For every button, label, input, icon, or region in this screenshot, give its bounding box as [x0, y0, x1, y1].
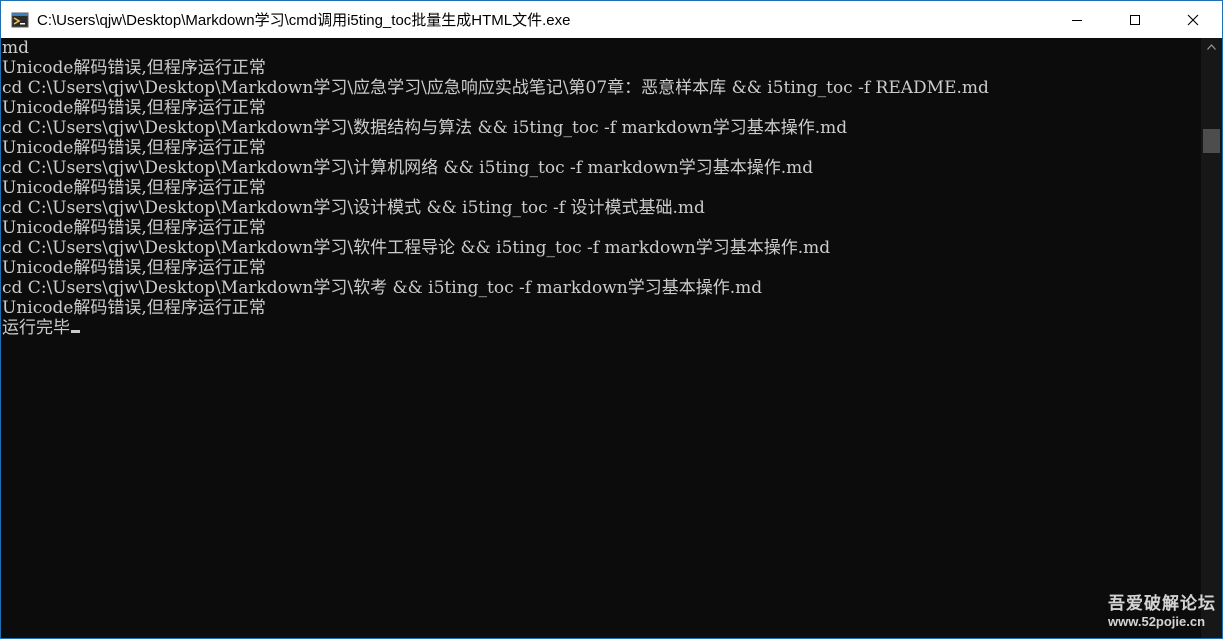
console-output[interactable]: md Unicode解码错误,但程序运行正常 cd C:\Users\qjw\D… — [1, 38, 1201, 638]
watermark-url: www.52pojie.cn — [1108, 614, 1206, 629]
console-line: cd C:\Users\qjw\Desktop\Markdown学习\计算机网络… — [2, 158, 814, 178]
console-line: Unicode解码错误,但程序运行正常 — [2, 298, 266, 318]
console-line: Unicode解码错误,但程序运行正常 — [2, 258, 266, 278]
console-line: Unicode解码错误,但程序运行正常 — [2, 178, 266, 198]
vertical-scrollbar[interactable] — [1201, 38, 1222, 638]
minimize-icon — [1071, 14, 1083, 26]
scroll-thumb[interactable] — [1203, 129, 1220, 153]
console-app-icon[interactable] — [11, 11, 29, 29]
console-last-line: 运行完毕 — [1, 318, 1201, 338]
console-line: md — [2, 38, 30, 58]
console-line: cd C:\Users\qjw\Desktop\Markdown学习\应急学习\… — [2, 78, 989, 98]
close-button[interactable] — [1164, 1, 1222, 38]
console-line-text: 运行完毕 — [2, 318, 70, 338]
maximize-icon — [1129, 14, 1141, 26]
watermark: 吾爱破解论坛 www.52pojie.cn — [1108, 594, 1216, 630]
console-line: Unicode解码错误,但程序运行正常 — [2, 138, 266, 158]
console-line: cd C:\Users\qjw\Desktop\Markdown学习\软考 &&… — [2, 278, 763, 298]
maximize-button[interactable] — [1106, 1, 1164, 38]
watermark-title: 吾爱破解论坛 — [1108, 594, 1216, 614]
console-line: Unicode解码错误,但程序运行正常 — [2, 58, 266, 78]
title-bar[interactable]: C:\Users\qjw\Desktop\Markdown学习\cmd调用i5t… — [1, 1, 1222, 38]
scroll-up-arrow-icon[interactable] — [1201, 38, 1222, 55]
minimize-button[interactable] — [1048, 1, 1106, 38]
close-icon — [1187, 14, 1199, 26]
console-window: C:\Users\qjw\Desktop\Markdown学习\cmd调用i5t… — [0, 0, 1223, 639]
console-line: cd C:\Users\qjw\Desktop\Markdown学习\数据结构与… — [2, 118, 848, 138]
text-cursor — [71, 330, 80, 333]
console-line: Unicode解码错误,但程序运行正常 — [2, 98, 266, 118]
console-line: Unicode解码错误,但程序运行正常 — [2, 218, 266, 238]
window-title: C:\Users\qjw\Desktop\Markdown学习\cmd调用i5t… — [37, 12, 571, 29]
console-line: cd C:\Users\qjw\Desktop\Markdown学习\设计模式 … — [2, 198, 705, 218]
console-line: cd C:\Users\qjw\Desktop\Markdown学习\软件工程导… — [2, 238, 831, 258]
